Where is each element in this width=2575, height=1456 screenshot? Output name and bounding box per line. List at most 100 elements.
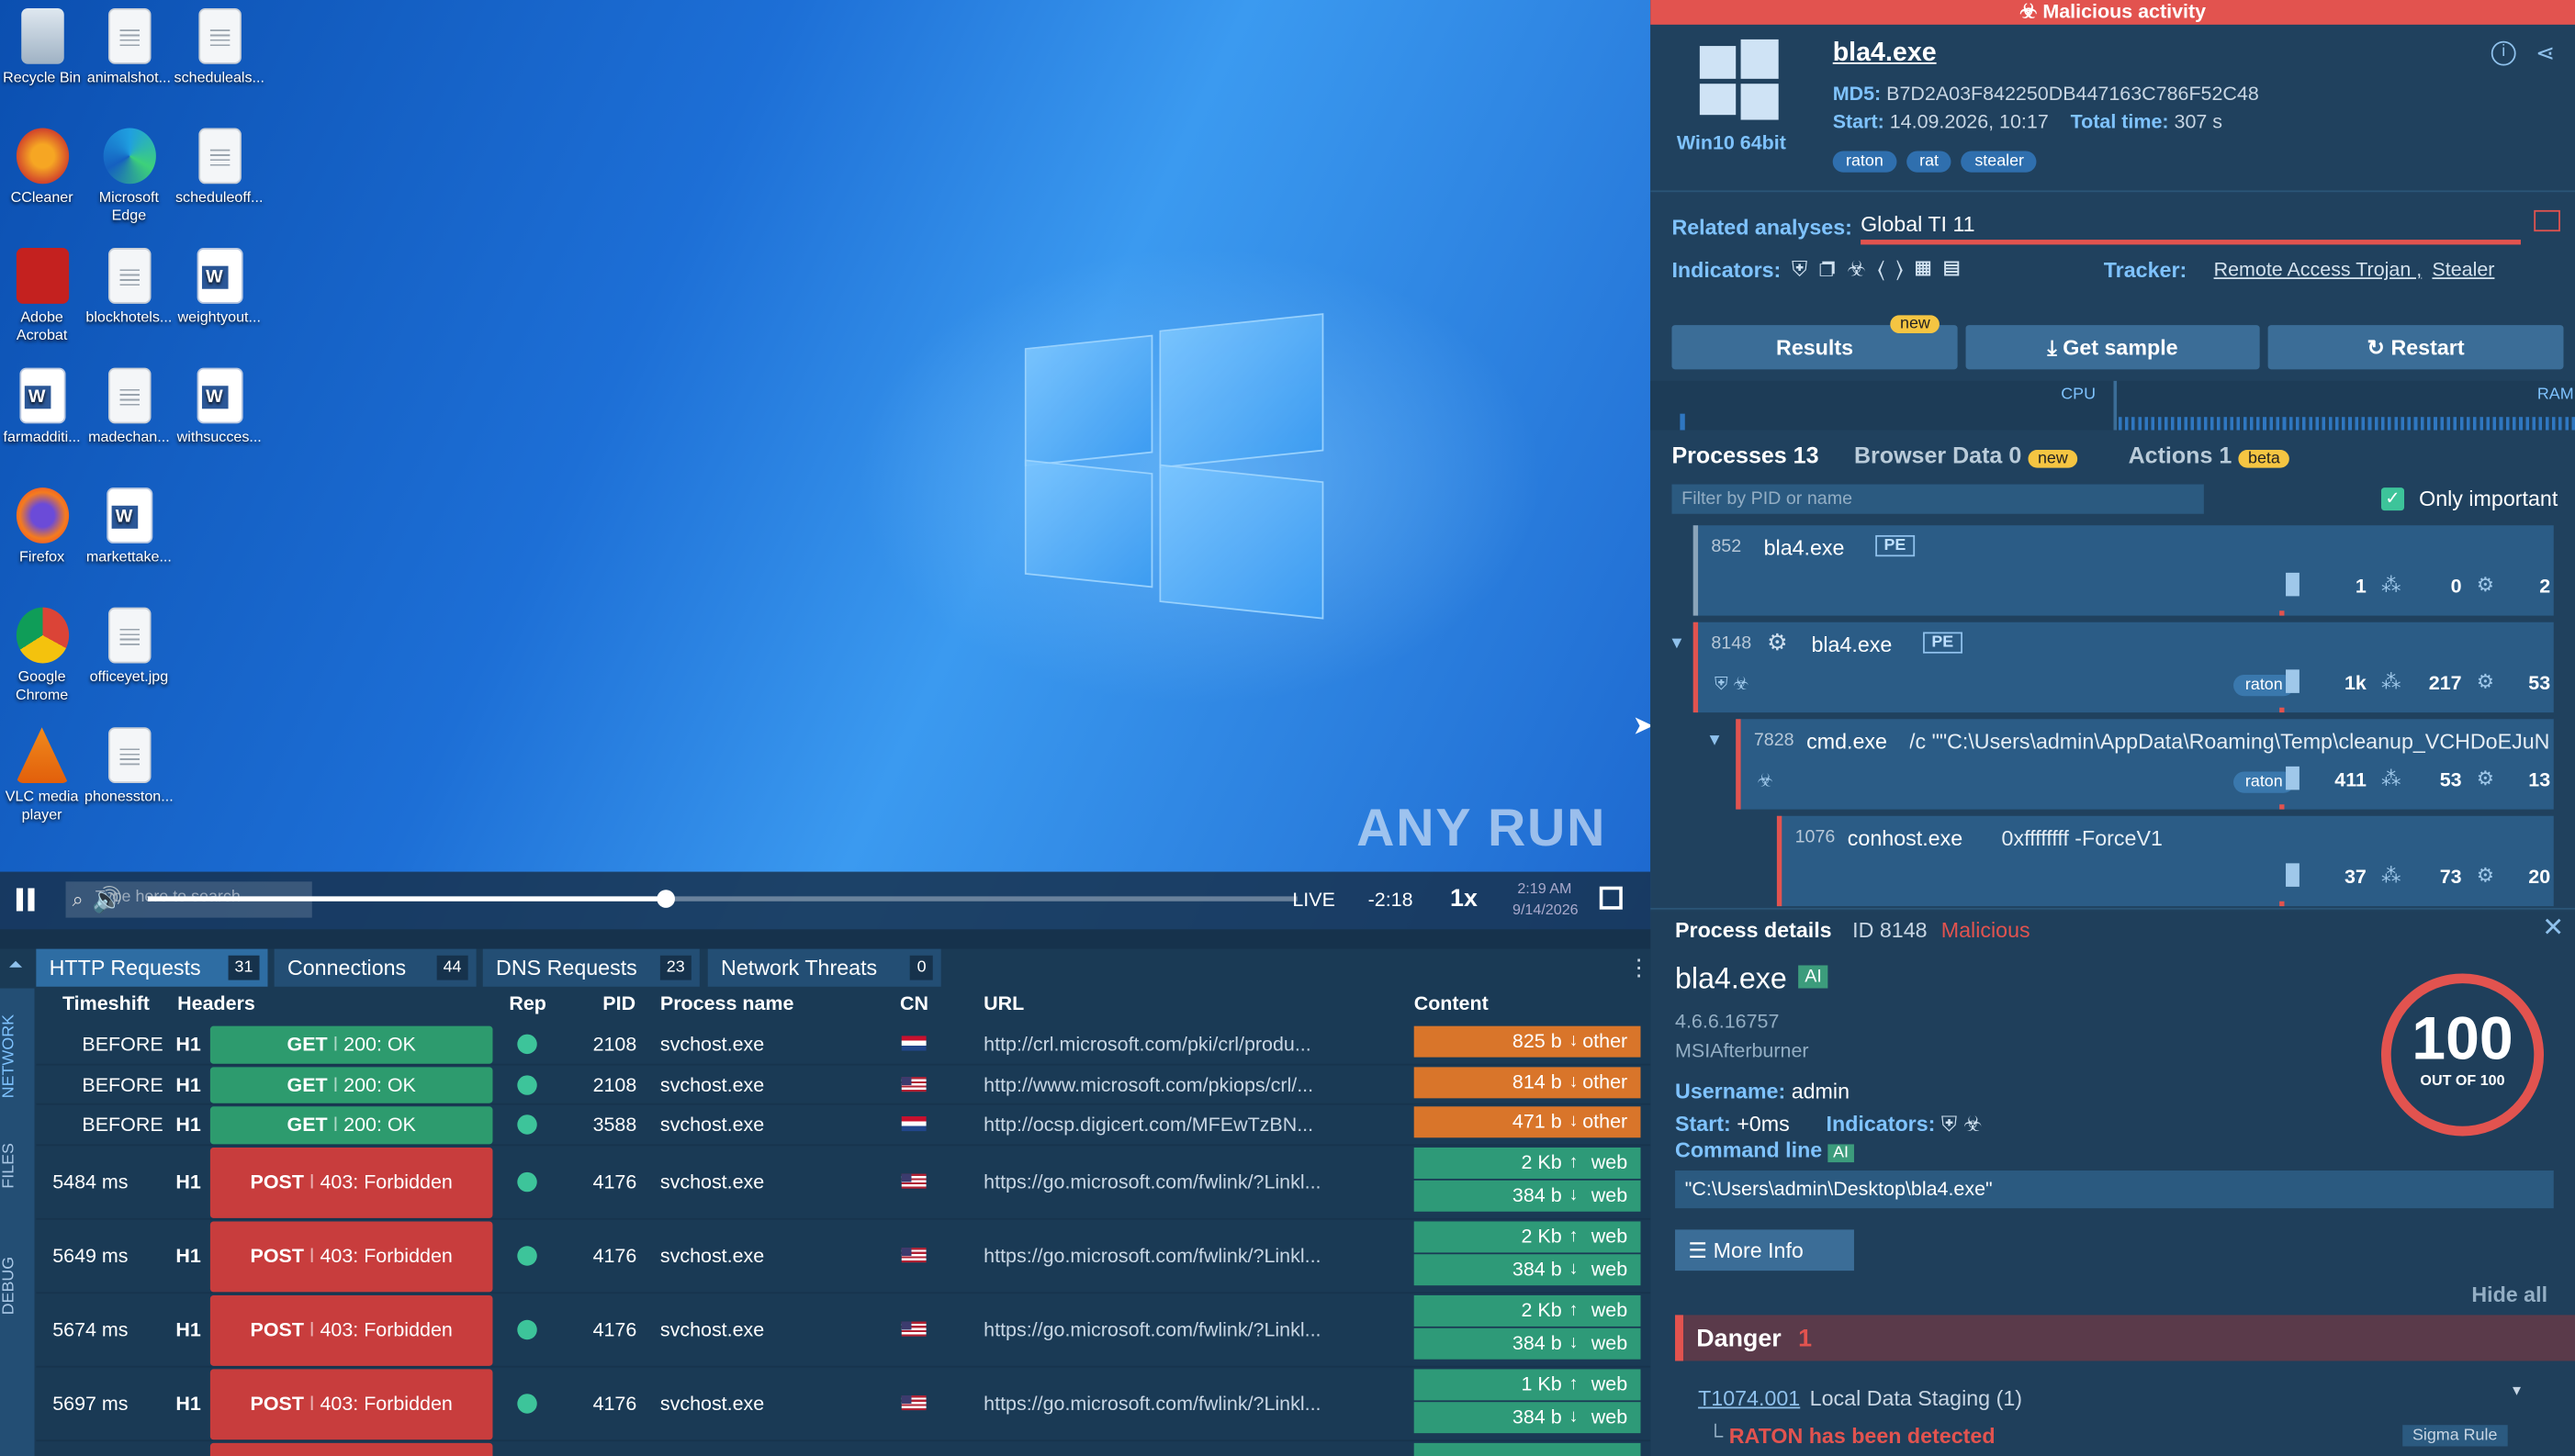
request-status[interactable]: POST ǀ 403: Forbidden xyxy=(209,1294,493,1365)
process-name[interactable]: bla4.exe xyxy=(1764,535,1845,560)
mitre-technique-link[interactable]: T1074.001 xyxy=(1698,1385,1800,1410)
process-row[interactable]: 852 bla4.exe PE ▉ 1 ⁂ 0 ⚙ 2 xyxy=(1692,525,2554,616)
col-content[interactable]: Content xyxy=(1414,991,1489,1014)
desktop-icon[interactable]: Wfarmadditi... xyxy=(0,367,87,447)
col-timeshift[interactable]: Timeshift xyxy=(62,991,150,1014)
desktop-icon[interactable]: officeyet.jpg xyxy=(84,607,174,687)
col-url[interactable]: URL xyxy=(984,991,1024,1014)
desktop-icon[interactable]: blockhotels... xyxy=(84,248,174,327)
file-icon[interactable]: ▉ xyxy=(2286,574,2307,596)
side-tab-files[interactable]: FILES xyxy=(0,1129,35,1203)
network-icon[interactable]: ⚙ xyxy=(2477,767,2498,790)
expand-toggle-icon[interactable]: ▾ xyxy=(1710,727,1720,750)
expand-toggle-icon[interactable]: ▾ xyxy=(1671,631,1681,654)
seek-handle[interactable] xyxy=(657,890,675,908)
col-process-name[interactable]: Process name xyxy=(660,991,794,1014)
process-row[interactable]: 1076 conhost.exe 0xffffffff -ForceV1 ▉ 37 ⁂ 73… xyxy=(1776,815,2554,907)
desktop-icon[interactable]: animalshot... xyxy=(84,7,174,87)
request-status[interactable]: POST ǀ 403: Forbidden xyxy=(209,1220,493,1292)
network-icon[interactable]: ⚙ xyxy=(2477,574,2498,596)
request-status[interactable]: GET ǀ 200: OK xyxy=(209,1106,493,1144)
flag-icon[interactable]: ▦ xyxy=(1915,256,1943,281)
table-row[interactable]: 5484 ms H1 POST ǀ 403: Forbidden 4176 svchos… xyxy=(36,1145,1651,1219)
col-headers[interactable]: Headers xyxy=(177,991,255,1014)
col-pid[interactable]: PID xyxy=(602,991,635,1014)
desktop-icon[interactable]: Google Chrome xyxy=(0,607,87,705)
desktop-icon[interactable]: phonesston... xyxy=(84,727,174,806)
col-rep[interactable]: Rep xyxy=(509,991,546,1014)
process-name[interactable]: bla4.exe xyxy=(1811,632,1892,656)
side-tab-network[interactable]: NETWORK xyxy=(0,998,35,1113)
share-icon[interactable]: ⋖ xyxy=(2536,39,2555,67)
request-status[interactable] xyxy=(209,1441,493,1456)
volume-icon[interactable]: 🔊 xyxy=(92,885,122,914)
tag-stealer[interactable]: stealer xyxy=(1962,151,2038,173)
net-tab-connections[interactable]: Connections 44 xyxy=(274,948,477,987)
vm-desktop[interactable]: Recycle Bin animalshot... scheduleals... CC… xyxy=(0,0,1651,930)
more-options-icon[interactable]: ⋮ xyxy=(1627,954,1650,981)
process-name[interactable]: cmd.exe xyxy=(1806,729,1887,754)
file-icon[interactable]: ▉ xyxy=(2286,671,2307,692)
net-tab-http-requests[interactable]: HTTP Requests 31 xyxy=(36,948,268,987)
process-indicator-icons[interactable]: ☣ xyxy=(1757,770,1773,790)
code-icon[interactable]: ⟨⟩ xyxy=(1878,256,1915,281)
tab-browser-data[interactable]: Browser Data 0 new xyxy=(1854,442,2078,468)
process-indicator-icons[interactable]: ⛨ ☣ xyxy=(1715,673,1749,696)
hide-all-button[interactable]: Hide all xyxy=(2471,1282,2547,1307)
desktop-icon[interactable]: Firefox xyxy=(0,487,87,566)
info-icon[interactable]: i xyxy=(2491,40,2516,66)
tag-raton[interactable]: raton xyxy=(1832,151,1897,173)
tab-actions[interactable]: Actions 1 beta xyxy=(2129,442,2290,468)
registry-icon[interactable]: ⁂ xyxy=(2381,767,2402,790)
live-label[interactable]: LIVE xyxy=(1292,888,1335,911)
desktop-icon[interactable]: scheduleoff... xyxy=(174,128,264,207)
indicator-icons[interactable]: ⛨❐☣⟨⟩▦▤ xyxy=(1792,256,1972,283)
request-status[interactable]: GET ǀ 200: OK xyxy=(209,1066,493,1103)
pause-icon[interactable] xyxy=(16,888,24,912)
process-row[interactable]: 7828 cmd.exe/c ""C:\Users\admin\AppData\R… xyxy=(1736,719,2554,810)
desktop-icon[interactable]: Recycle Bin xyxy=(0,7,87,87)
registry-icon[interactable]: ⁂ xyxy=(2381,671,2402,692)
network-icon[interactable]: ⚙ xyxy=(2477,671,2498,692)
restart-button[interactable]: ↻ Restart xyxy=(2267,325,2564,370)
tracker-rat-link[interactable]: Remote Access Trojan , xyxy=(2214,258,2423,281)
tab-processes[interactable]: Processes 13 xyxy=(1671,442,1818,468)
registry-icon[interactable]: ⁂ xyxy=(2381,574,2402,596)
shield-icon[interactable]: ⛨ xyxy=(1941,1112,1957,1137)
table-row[interactable]: 5649 ms H1 POST ǀ 403: Forbidden 4176 svchos… xyxy=(36,1219,1651,1294)
fullscreen-icon[interactable] xyxy=(1599,886,1623,910)
search-related-icon[interactable] xyxy=(2534,209,2560,232)
desktop-icon[interactable]: Wwithsucces... xyxy=(174,367,264,447)
desktop-icon[interactable]: madechan... xyxy=(84,367,174,447)
table-row[interactable]: BEFORE H1 GET ǀ 200: OK 2108 svchost.exe http… xyxy=(36,1025,1651,1065)
process-name[interactable]: conhost.exe xyxy=(1848,825,1962,850)
collapse-icon[interactable]: ⏶ xyxy=(8,956,23,977)
request-status[interactable]: GET ǀ 200: OK xyxy=(209,1025,493,1063)
sample-name[interactable]: bla4.exe xyxy=(1833,39,1937,69)
speed-button[interactable]: 1x xyxy=(1450,885,1478,913)
table-row[interactable]: 5697 ms H1 POST ǀ 403: Forbidden 4176 svchos… xyxy=(36,1367,1651,1441)
taskbar[interactable]: ⌕ Type here to search 🔊 LIVE -2:18 1x 2:… xyxy=(0,871,1651,930)
more-info-button[interactable]: ☰ More Info xyxy=(1675,1229,1854,1271)
file-icon[interactable]: ▉ xyxy=(2286,767,2307,790)
process-filter-input[interactable]: Filter by PID or name xyxy=(1671,484,2204,514)
net-tab-dns-requests[interactable]: DNS Requests 23 xyxy=(482,948,700,987)
table-row[interactable]: BEFORE H1 GET ǀ 200: OK 3588 svchost.exe http… xyxy=(36,1105,1651,1146)
windows-icon[interactable]: ❐ xyxy=(1819,256,1847,281)
desktop-icon[interactable]: Wweightyout... xyxy=(174,248,264,327)
table-row[interactable]: BEFORE H1 GET ǀ 200: OK 2108 svchost.exe http… xyxy=(36,1065,1651,1105)
close-icon[interactable]: ✕ xyxy=(2542,911,2564,944)
desktop-icon[interactable]: Microsoft Edge xyxy=(84,128,174,225)
table-icon[interactable]: ▤ xyxy=(1943,256,1972,281)
registry-icon[interactable]: ⁂ xyxy=(2381,865,2402,886)
request-status[interactable]: POST ǀ 403: Forbidden xyxy=(209,1147,493,1217)
side-tab-debug[interactable]: DEBUG xyxy=(0,1245,35,1327)
tag-rat[interactable]: rat xyxy=(1906,151,1952,173)
table-row[interactable]: 5674 ms H1 POST ǀ 403: Forbidden 4176 svchos… xyxy=(36,1293,1651,1367)
only-important-checkbox[interactable]: ✓ xyxy=(2380,487,2405,511)
file-icon[interactable]: ▉ xyxy=(2286,865,2307,886)
biohazard-icon[interactable]: ☣ xyxy=(1963,1112,1983,1137)
desktop-icon[interactable]: Adobe Acrobat xyxy=(0,248,87,345)
network-icon[interactable]: ⚙ xyxy=(2477,865,2498,886)
command-line-value[interactable]: "C:\Users\admin\Desktop\bla4.exe" xyxy=(1675,1170,2554,1209)
